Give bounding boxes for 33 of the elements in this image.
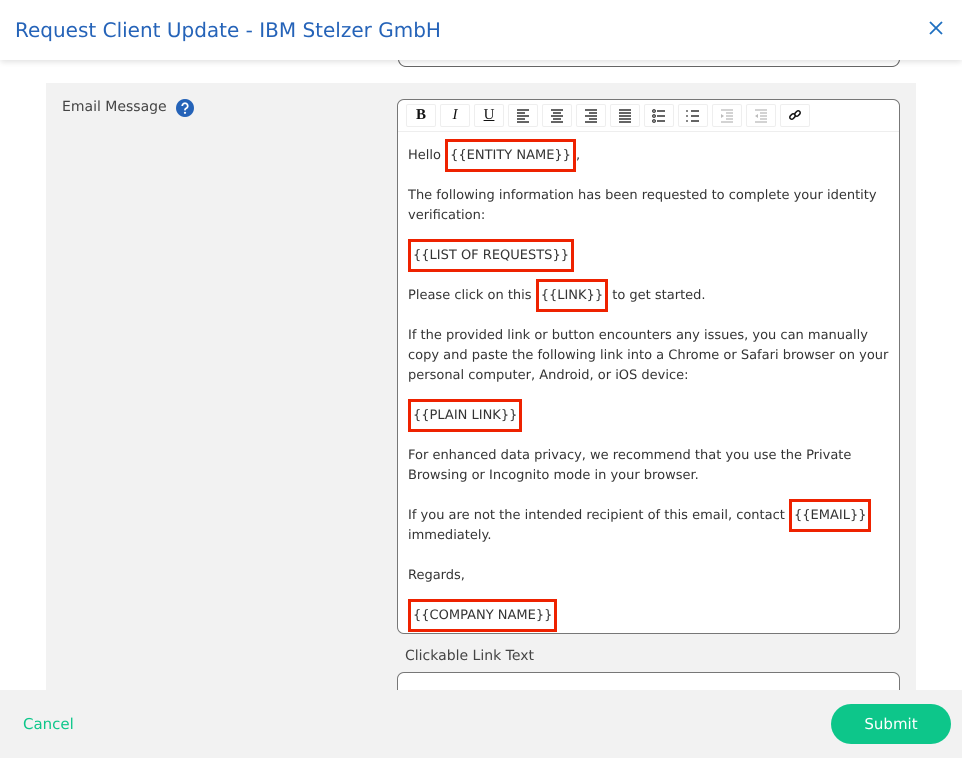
bullet-list-icon <box>651 106 667 124</box>
field-label: Email Message <box>62 99 167 115</box>
email-paragraph: Regards, <box>407 567 466 585</box>
outdent-icon <box>753 106 769 124</box>
email-editor[interactable] <box>397 99 900 634</box>
indent-icon <box>719 106 735 124</box>
align-center-icon <box>549 106 565 124</box>
justify-icon <box>617 106 633 124</box>
email-paragraph: {{PLAIN LINK}} <box>403 399 894 433</box>
email-paragraph: For enhanced data privacy, we recommend that you use the Private Browsing or Incognito mode in your browser. <box>407 447 852 485</box>
bullet-list-button[interactable] <box>644 104 674 127</box>
help-icon[interactable] <box>176 99 194 117</box>
justify-button[interactable] <box>610 104 640 127</box>
bold-button[interactable]: B <box>406 104 436 127</box>
email-paragraph: Please click on this {{LINK}} to get started. <box>403 279 894 313</box>
italic-button[interactable]: I <box>440 104 470 127</box>
link-button[interactable] <box>780 104 810 127</box>
align-center-button[interactable] <box>542 104 572 127</box>
underline-button[interactable]: U <box>474 104 504 127</box>
align-right-button[interactable] <box>576 104 606 127</box>
email-paragraph: Hello {{ENTITY NAME}} , <box>403 139 894 173</box>
field-label: Clickable Link Text <box>405 648 535 664</box>
email-paragraph: {{COMPANY NAME}} <box>403 599 894 633</box>
email-paragraph: If you are not the intended recipient of this email, contact {{EMAIL}} immediately. <box>403 499 894 553</box>
align-right-icon <box>583 106 599 124</box>
email-paragraph: {{LIST OF REQUESTS}} <box>403 239 894 273</box>
numbered-list-button[interactable] <box>678 104 708 127</box>
dialog-title: Request Client Update - IBM Stelzer GmbH <box>15 18 441 42</box>
close-icon[interactable] <box>928 20 944 36</box>
email-paragraph: If the provided link or button encounters any issues, you can manually copy and paste the following link into a Chrome or Safari browser on your personal computer, Android, or iOS device: <box>407 327 890 385</box>
align-left-icon <box>515 106 531 124</box>
align-left-button[interactable] <box>508 104 538 127</box>
email-paragraph: The following information has been requested to complete your identity verification: <box>407 187 878 225</box>
